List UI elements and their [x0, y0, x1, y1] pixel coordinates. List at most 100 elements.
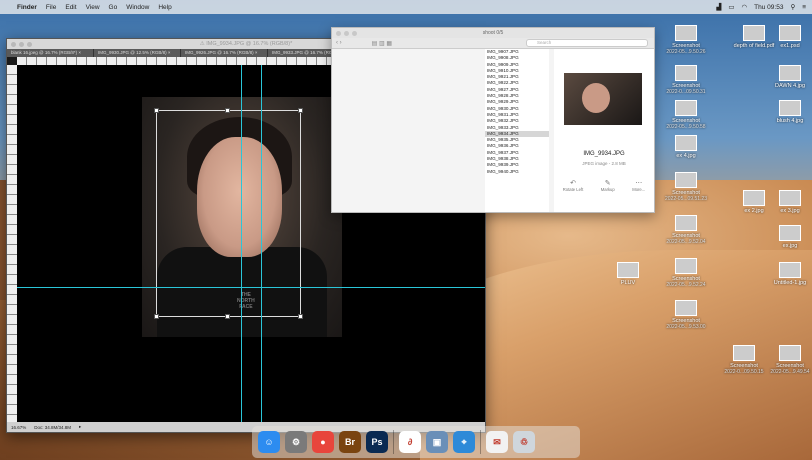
dock-safari-icon[interactable]: ⌖ — [453, 431, 475, 453]
finder-preview-pane: IMG_9934.JPG JPEG image - 2.8 MB ↶ Rotate… — [554, 49, 654, 212]
menu-file[interactable]: File — [46, 4, 56, 11]
desktop-icon[interactable]: ex1.psd — [760, 25, 812, 49]
menu-app-name[interactable]: Finder — [17, 4, 37, 11]
vertical-ruler[interactable] — [7, 65, 17, 422]
zoom-level[interactable]: 16.67% — [11, 425, 26, 430]
menu-edit[interactable]: Edit — [65, 4, 76, 11]
dock-trash-icon[interactable]: ♲ — [513, 431, 535, 453]
finder-search-input[interactable]: Search — [526, 39, 648, 47]
desktop-icon[interactable]: Screenshot 2022-05...09.51.23 — [656, 172, 716, 202]
desktop-icon-sublabel: 2022-05...9.52.04 — [666, 239, 706, 245]
dock-preview-icon[interactable]: ▣ — [426, 431, 448, 453]
desktop-icon[interactable]: ex.jpg — [760, 225, 812, 249]
preview-filename: IMG_9934.JPG — [583, 151, 625, 157]
desktop-icon-label: Untitled-1.jpg — [773, 280, 807, 286]
desktop-icon[interactable]: Screenshot 2022-05...9.50.26 — [656, 25, 716, 55]
dock-acrobat-icon[interactable]: ∂ — [399, 431, 421, 453]
desktop-icon-sublabel: 2022-05...9.52.24 — [666, 282, 706, 288]
rotate-icon: ↶ — [570, 180, 576, 187]
desktop-icon-sublabel: 2022-05...09.51.23 — [665, 196, 707, 202]
desktop-icon-sublabel: 2022-05...9.50.26 — [666, 49, 706, 55]
desktop-icon-label: ex.jpg — [782, 243, 798, 249]
desktop-icon-sublabel: 2022-05...9.50.58 — [666, 124, 706, 130]
doc-tab[interactable]: IMG_9930.JPG @ 12.5% (RGB/8) × — [94, 49, 181, 57]
file-thumbnail-icon — [779, 345, 801, 361]
file-thumbnail-icon — [675, 65, 697, 81]
dock-photoshop-icon[interactable]: Ps — [366, 431, 388, 453]
status-app-icon[interactable]: ▟ — [716, 3, 721, 11]
menu-view[interactable]: View — [86, 4, 100, 11]
spotlight-icon[interactable]: ⚲ — [790, 3, 795, 11]
desktop-icon[interactable]: PLUV — [598, 262, 658, 286]
guide-vertical[interactable] — [241, 65, 242, 422]
more-icon: ⋯ — [635, 180, 643, 187]
transform-handle[interactable] — [298, 314, 303, 319]
status-arrow-icon[interactable]: ▸ — [79, 424, 81, 430]
dock: ☺ ⚙ ● Br Ps ∂ ▣ ⌖ ✉ ♲ — [252, 426, 580, 458]
markup-icon: ✎ — [604, 180, 611, 187]
file-thumbnail-icon — [675, 100, 697, 116]
desktop-icon[interactable]: Screenshot 2022-05...9.50.58 — [656, 100, 716, 130]
markup-button[interactable]: ✎ Markup — [601, 179, 615, 192]
dock-chrome-icon[interactable]: ● — [312, 431, 334, 453]
menu-help[interactable]: Help — [158, 4, 171, 11]
finder-title: shoot 0/5 — [482, 30, 504, 36]
desktop-icon[interactable]: ex 4.jpg — [656, 135, 716, 159]
guide-vertical[interactable] — [261, 65, 262, 422]
desktop-icon[interactable]: DAWN 4.jpg — [760, 65, 812, 89]
dock-system-preferences-icon[interactable]: ⚙ — [285, 431, 307, 453]
doc-size: Doc: 34.8M/34.8M — [34, 424, 72, 430]
menu-go[interactable]: Go — [109, 4, 118, 11]
view-mode-icon[interactable]: ▤ ▥ ▦ — [372, 40, 392, 47]
back-icon[interactable]: ‹ › — [336, 40, 342, 46]
file-thumbnail-icon — [733, 345, 755, 361]
file-list-item[interactable]: IMG_9940.JPG — [485, 169, 549, 175]
desktop-icon-label: ex 3.jpg — [780, 208, 800, 214]
menu-bar: Finder File Edit View Go Window Help ▟ ▭… — [0, 0, 812, 14]
wifi-icon[interactable]: ◠ — [741, 3, 747, 11]
desktop-icon[interactable]: Screenshot 2022-05...9.53.00 — [656, 300, 716, 330]
desktop-icon[interactable]: Screenshot 2022-05...9.49.54 — [760, 345, 812, 375]
transform-handle[interactable] — [225, 108, 230, 113]
control-center-icon[interactable]: ≡ — [802, 4, 806, 11]
more-button[interactable]: ⋯ More... — [632, 179, 645, 192]
file-thumbnail-icon — [675, 300, 697, 316]
transform-handle[interactable] — [225, 314, 230, 319]
file-thumbnail-icon — [675, 135, 697, 151]
transform-handle[interactable] — [154, 108, 159, 113]
transform-handle[interactable] — [154, 314, 159, 319]
transform-bounding-box[interactable] — [154, 108, 303, 319]
desktop-icon-sublabel: 2022-05...9.53.00 — [666, 324, 706, 330]
menu-clock[interactable]: Thu 09:53 — [754, 4, 783, 11]
desktop-icon[interactable]: Screenshot 2022-05...9.52.24 — [656, 258, 716, 288]
finder-titlebar[interactable]: shoot 0/5 — [332, 28, 654, 38]
finder-file-list: IMG_9907.JPG IMG_9908.JPG IMG_9909.JPG IMG_… — [485, 49, 549, 212]
desktop-icon[interactable]: Screenshot 2022-05...9.52.04 — [656, 215, 716, 245]
preview-thumbnail — [564, 73, 642, 125]
file-thumbnail-icon — [675, 172, 697, 188]
file-thumbnail-icon — [779, 65, 801, 81]
preview-file-kind: JPEG image - 2.8 MB — [582, 161, 626, 166]
finder-toolbar: ‹ › ▤ ▥ ▦ Search — [332, 38, 654, 49]
file-thumbnail-icon — [779, 100, 801, 116]
dock-bridge-icon[interactable]: Br — [339, 431, 361, 453]
file-thumbnail-icon — [779, 25, 801, 41]
dock-finder-icon[interactable]: ☺ — [258, 431, 280, 453]
desktop-icon[interactable]: Untitled-1.jpg — [760, 262, 812, 286]
menu-window[interactable]: Window — [126, 4, 149, 11]
doc-tab[interactable]: blank 16.jpeg @ 16.7% (RGB/8*) × — [7, 49, 94, 57]
desktop-icon[interactable]: blush 4.jpg — [760, 100, 812, 124]
dock-mail-icon[interactable]: ✉ — [486, 431, 508, 453]
doc-tab[interactable]: IMG_9926.JPG @ 16.7% (RGB/8) × — [181, 49, 268, 57]
transform-handle[interactable] — [298, 108, 303, 113]
desktop-icon[interactable]: ex 3.jpg — [760, 190, 812, 214]
file-thumbnail-icon — [675, 258, 697, 274]
desktop-icon-label: PLUV — [620, 280, 636, 286]
desktop-icon[interactable]: Screenshot 2022-0...09.50.31 — [656, 65, 716, 95]
rotate-left-button[interactable]: ↶ Rotate Left — [563, 179, 584, 192]
guide-horizontal[interactable] — [17, 287, 485, 288]
airplay-icon[interactable]: ▭ — [728, 3, 734, 11]
desktop-icon-sublabel: 2022-05...9.49.54 — [770, 369, 810, 375]
desktop-icon-sublabel: 2022-0...09.50.31 — [666, 89, 706, 95]
desktop-icon-label: blush 4.jpg — [776, 118, 804, 124]
